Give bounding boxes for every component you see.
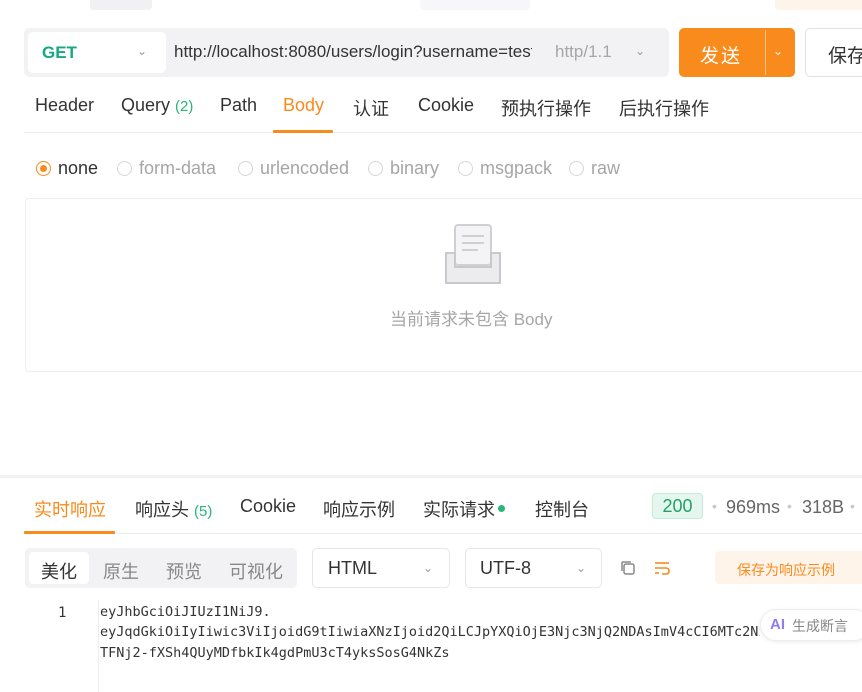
ai-icon: AI [770,616,785,633]
meta-separator: • [787,498,792,514]
status-badge: 200 [652,493,703,519]
save-label: 保存 [828,46,862,67]
tab-response-cookie[interactable]: Cookie [240,496,296,517]
line-number: 1 [58,605,67,621]
send-divider [765,30,766,75]
empty-body-text: 当前请求未包含 Body [390,310,553,329]
tab-body[interactable]: Body [283,95,324,116]
tab-response-headers[interactable]: 响应头 (5) [135,496,212,522]
radio-msgpack[interactable] [458,161,473,176]
body-type-urlencoded[interactable]: urlencoded [260,158,349,179]
radio-urlencoded[interactable] [238,161,253,176]
response-tab-divider [24,533,862,534]
encoding-select-value: UTF-8 [480,558,531,578]
chevron-down-icon: ⌄ [423,561,434,575]
empty-box-icon [445,224,501,284]
tab-response-example[interactable]: 响应示例 [323,496,395,522]
tab-cookie[interactable]: Cookie [418,95,474,116]
chevron-down-icon: ⌄ [635,44,646,58]
ai-button-label: 生成断言 [792,618,848,634]
tab-console[interactable]: 控制台 [535,496,589,522]
meta-separator: • [850,498,855,514]
chevron-down-icon: ⌄ [137,44,148,58]
send-options-chevron-icon[interactable]: ⌄ [773,44,783,58]
code-gutter [98,600,99,692]
tab-path[interactable]: Path [220,95,257,116]
query-count: (2) [175,98,194,115]
language-select-value: HTML [328,558,377,578]
method-label: GET [42,43,77,62]
body-type-binary[interactable]: binary [390,158,439,179]
radio-raw[interactable] [569,161,584,176]
response-time: 969ms [726,497,781,517]
wrap-lines-icon[interactable] [653,559,671,577]
format-raw[interactable]: 原生 [103,558,139,584]
tab-query[interactable]: Query (2) [121,95,193,116]
send-label: 发送 [700,46,743,67]
url-input[interactable]: http://localhost:8080/users/login?userna… [174,42,532,62]
tab-actual-request[interactable]: 实际请求 [423,496,495,522]
format-visualize[interactable]: 可视化 [229,558,283,584]
tab-auth[interactable]: 认证 [353,95,389,121]
chevron-down-icon: ⌄ [576,561,587,575]
radio-none[interactable] [36,161,51,176]
tab-live-response[interactable]: 实时响应 [34,496,106,522]
radio-binary[interactable] [368,161,383,176]
format-pretty[interactable]: 美化 [41,558,77,584]
response-size: 318B [802,497,845,517]
code-line: eyJhbGciOiJIUzI1NiJ9. [100,604,271,620]
tab-pre-script[interactable]: 预执行操作 [501,95,591,121]
tab-divider [24,132,862,133]
active-tab-indicator [273,130,333,133]
active-response-tab-indicator [24,531,115,534]
protocol-select[interactable]: http/1.1 [555,42,612,62]
body-type-none[interactable]: none [58,158,98,179]
format-preview[interactable]: 预览 [166,558,202,584]
code-line: eyJqdGkiOiIyIiwic3ViIjoidG9tIiwiaXNzIjoi… [100,624,760,640]
headers-count: (5) [194,503,213,520]
body-type-form-data[interactable]: form-data [139,158,216,179]
top-tab-strip [0,0,862,12]
code-line: TFNj2-fXSh4QUyMDfbkIk4gdPmU3cT4yksSosG4N… [100,645,450,661]
radio-form-data[interactable] [117,161,132,176]
body-type-msgpack[interactable]: msgpack [480,158,552,179]
body-type-raw[interactable]: raw [591,158,620,179]
pane-splitter[interactable] [0,475,862,478]
copy-icon[interactable] [619,559,637,577]
meta-separator: • [712,498,717,514]
save-as-example-label: 保存为响应示例 [737,562,835,578]
tab-post-script[interactable]: 后执行操作 [619,95,709,121]
actual-request-dot-icon [498,505,505,512]
tab-header[interactable]: Header [35,95,94,116]
